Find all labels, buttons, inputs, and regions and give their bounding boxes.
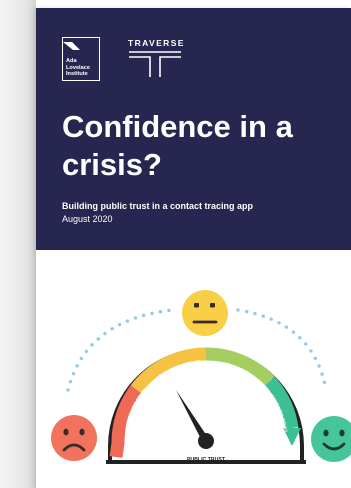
neutral-face-icon [182,290,228,336]
happy-face-icon [311,416,351,462]
report-cover: Ada Lovelace Institute TRAVERSE Confiden… [36,8,351,488]
ada-logo-mark-icon [63,42,80,50]
title-line-1: Confidence in a [62,109,293,144]
traverse-wordmark: TRAVERSE [128,38,185,48]
ada-line-2: Lovelace [66,64,90,71]
ada-logo-text: Ada Lovelace Institute [66,58,90,77]
gauge-pivot [198,433,214,449]
gauge-center-label: PUBLIC TRUST [187,457,226,463]
sad-face-icon [51,415,97,461]
page-edge-shadow [0,0,36,488]
report-title: Confidence in a crisis? [62,108,342,184]
ada-line-3: Institute [66,70,88,77]
gauge-segment-increased [265,376,299,430]
ada-lovelace-institute-logo: Ada Lovelace Institute [62,37,100,81]
trust-gauge-illustration: DECREASED TRUST NO CHANGE IN TRUST STREN… [51,290,351,464]
report-subtitle: Building public trust in a contact traci… [62,201,254,211]
title-line-2: crisis? [62,147,162,182]
traverse-t-mark-icon [129,51,181,77]
cover-header: Ada Lovelace Institute TRAVERSE Confiden… [36,8,351,250]
report-date: August 2020 [62,214,113,224]
dots-left-arc [66,308,174,392]
traverse-logo: TRAVERSE [128,38,185,80]
